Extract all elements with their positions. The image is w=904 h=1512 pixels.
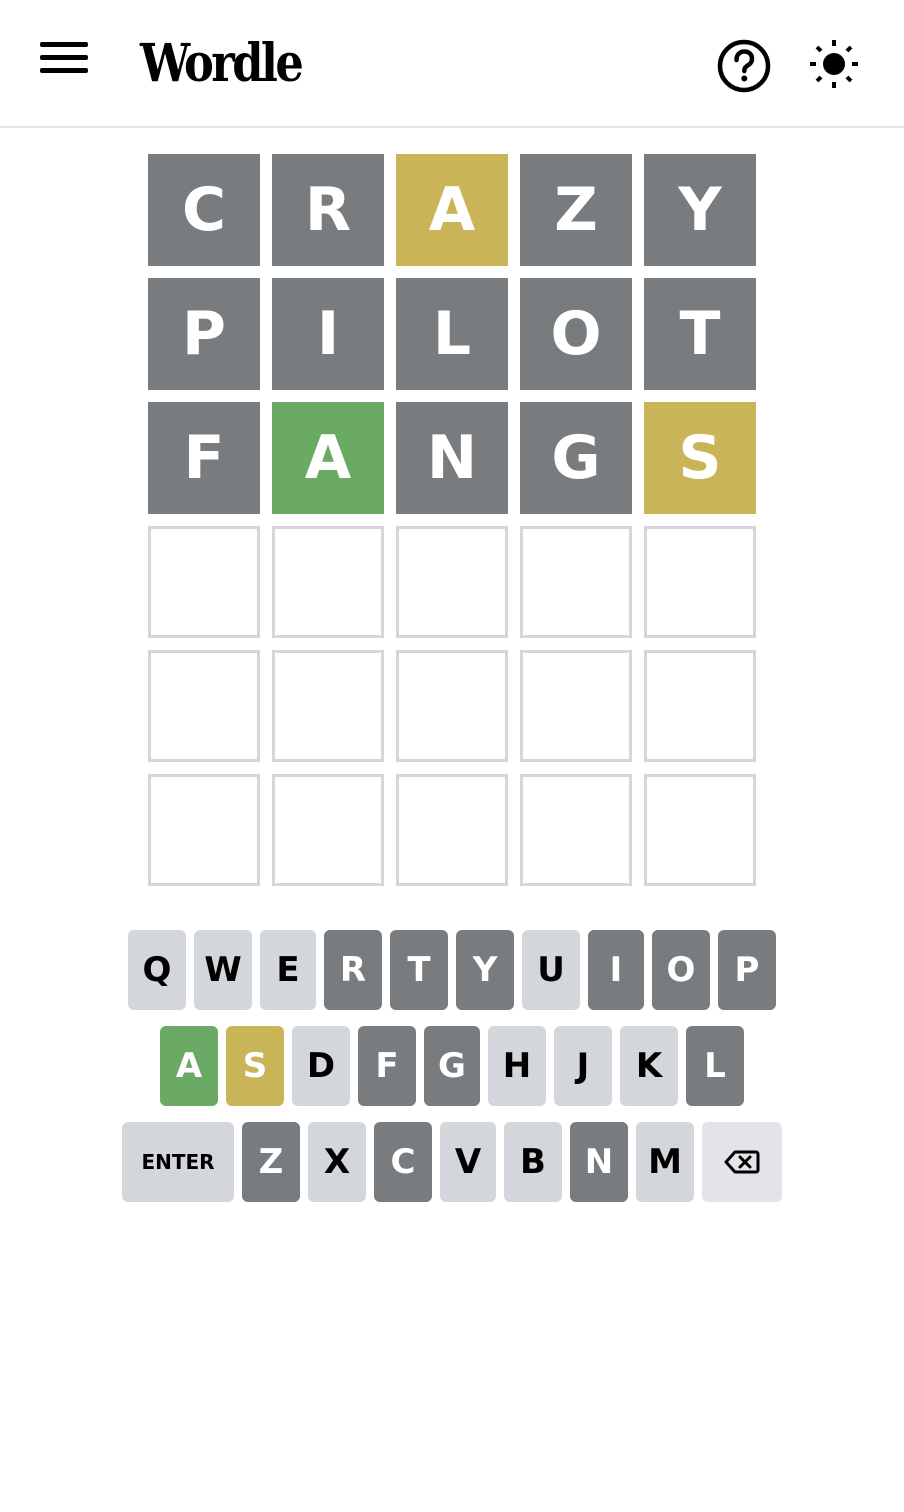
board-tile: I	[272, 278, 384, 390]
key-q[interactable]: Q	[128, 930, 186, 1010]
board-tile: Z	[520, 154, 632, 266]
keyboard-row-3: ENTER Z X C V B N M	[122, 1122, 782, 1202]
keyboard-row-2: ASDFGHJKL	[160, 1026, 744, 1106]
board-tile	[520, 526, 632, 638]
menu-button[interactable]	[36, 38, 92, 78]
board-tile: G	[520, 402, 632, 514]
board-tile	[148, 526, 260, 638]
keyboard-row-1: QWERTYUIOP	[128, 930, 776, 1010]
sun-icon	[810, 40, 858, 88]
board-tile	[396, 650, 508, 762]
board-tile: L	[396, 278, 508, 390]
key-g[interactable]: G	[424, 1026, 480, 1106]
app-header: Wordle	[0, 0, 904, 128]
key-d[interactable]: D	[292, 1026, 350, 1106]
help-button[interactable]	[716, 38, 772, 94]
board-tile: S	[644, 402, 756, 514]
key-a[interactable]: A	[160, 1026, 218, 1106]
key-c[interactable]: C	[374, 1122, 432, 1202]
board-tile	[272, 526, 384, 638]
key-b[interactable]: B	[504, 1122, 562, 1202]
key-t[interactable]: T	[390, 930, 448, 1010]
board-tile: R	[272, 154, 384, 266]
theme-toggle-button[interactable]	[806, 36, 862, 92]
key-label: ENTER	[141, 1150, 215, 1174]
key-i[interactable]: I	[588, 930, 644, 1010]
board-tile: O	[520, 278, 632, 390]
board-tile: N	[396, 402, 508, 514]
key-f[interactable]: F	[358, 1026, 416, 1106]
key-s[interactable]: S	[226, 1026, 284, 1106]
board-tile: F	[148, 402, 260, 514]
backspace-icon	[724, 1150, 760, 1174]
board-tile	[396, 774, 508, 886]
key-z[interactable]: Z	[242, 1122, 300, 1202]
help-icon	[717, 39, 771, 93]
key-p[interactable]: P	[718, 930, 776, 1010]
key-w[interactable]: W	[194, 930, 252, 1010]
key-n[interactable]: N	[570, 1122, 628, 1202]
key-u[interactable]: U	[522, 930, 580, 1010]
board-tile	[272, 650, 384, 762]
key-l[interactable]: L	[686, 1026, 744, 1106]
key-y[interactable]: Y	[456, 930, 514, 1010]
key-backspace[interactable]	[702, 1122, 782, 1202]
key-r[interactable]: R	[324, 930, 382, 1010]
key-enter[interactable]: ENTER	[122, 1122, 234, 1202]
board-tile: Y	[644, 154, 756, 266]
key-j[interactable]: J	[554, 1026, 612, 1106]
key-k[interactable]: K	[620, 1026, 678, 1106]
key-x[interactable]: X	[308, 1122, 366, 1202]
key-o[interactable]: O	[652, 930, 710, 1010]
board-tile	[148, 774, 260, 886]
board-tile: A	[272, 402, 384, 514]
board-tile	[520, 774, 632, 886]
board-tile	[148, 650, 260, 762]
board-tile	[396, 526, 508, 638]
page-title: Wordle	[140, 33, 304, 94]
key-v[interactable]: V	[440, 1122, 496, 1202]
board-tile	[520, 650, 632, 762]
game-board: CRAZYPILOTFANGS	[148, 154, 756, 886]
board-tile: A	[396, 154, 508, 266]
board-tile	[272, 774, 384, 886]
key-h[interactable]: H	[488, 1026, 546, 1106]
board-tile	[644, 526, 756, 638]
key-m[interactable]: M	[636, 1122, 694, 1202]
board-tile	[644, 774, 756, 886]
board-tile: P	[148, 278, 260, 390]
board-tile: C	[148, 154, 260, 266]
key-e[interactable]: E	[260, 930, 316, 1010]
board-tile	[644, 650, 756, 762]
board-tile: T	[644, 278, 756, 390]
